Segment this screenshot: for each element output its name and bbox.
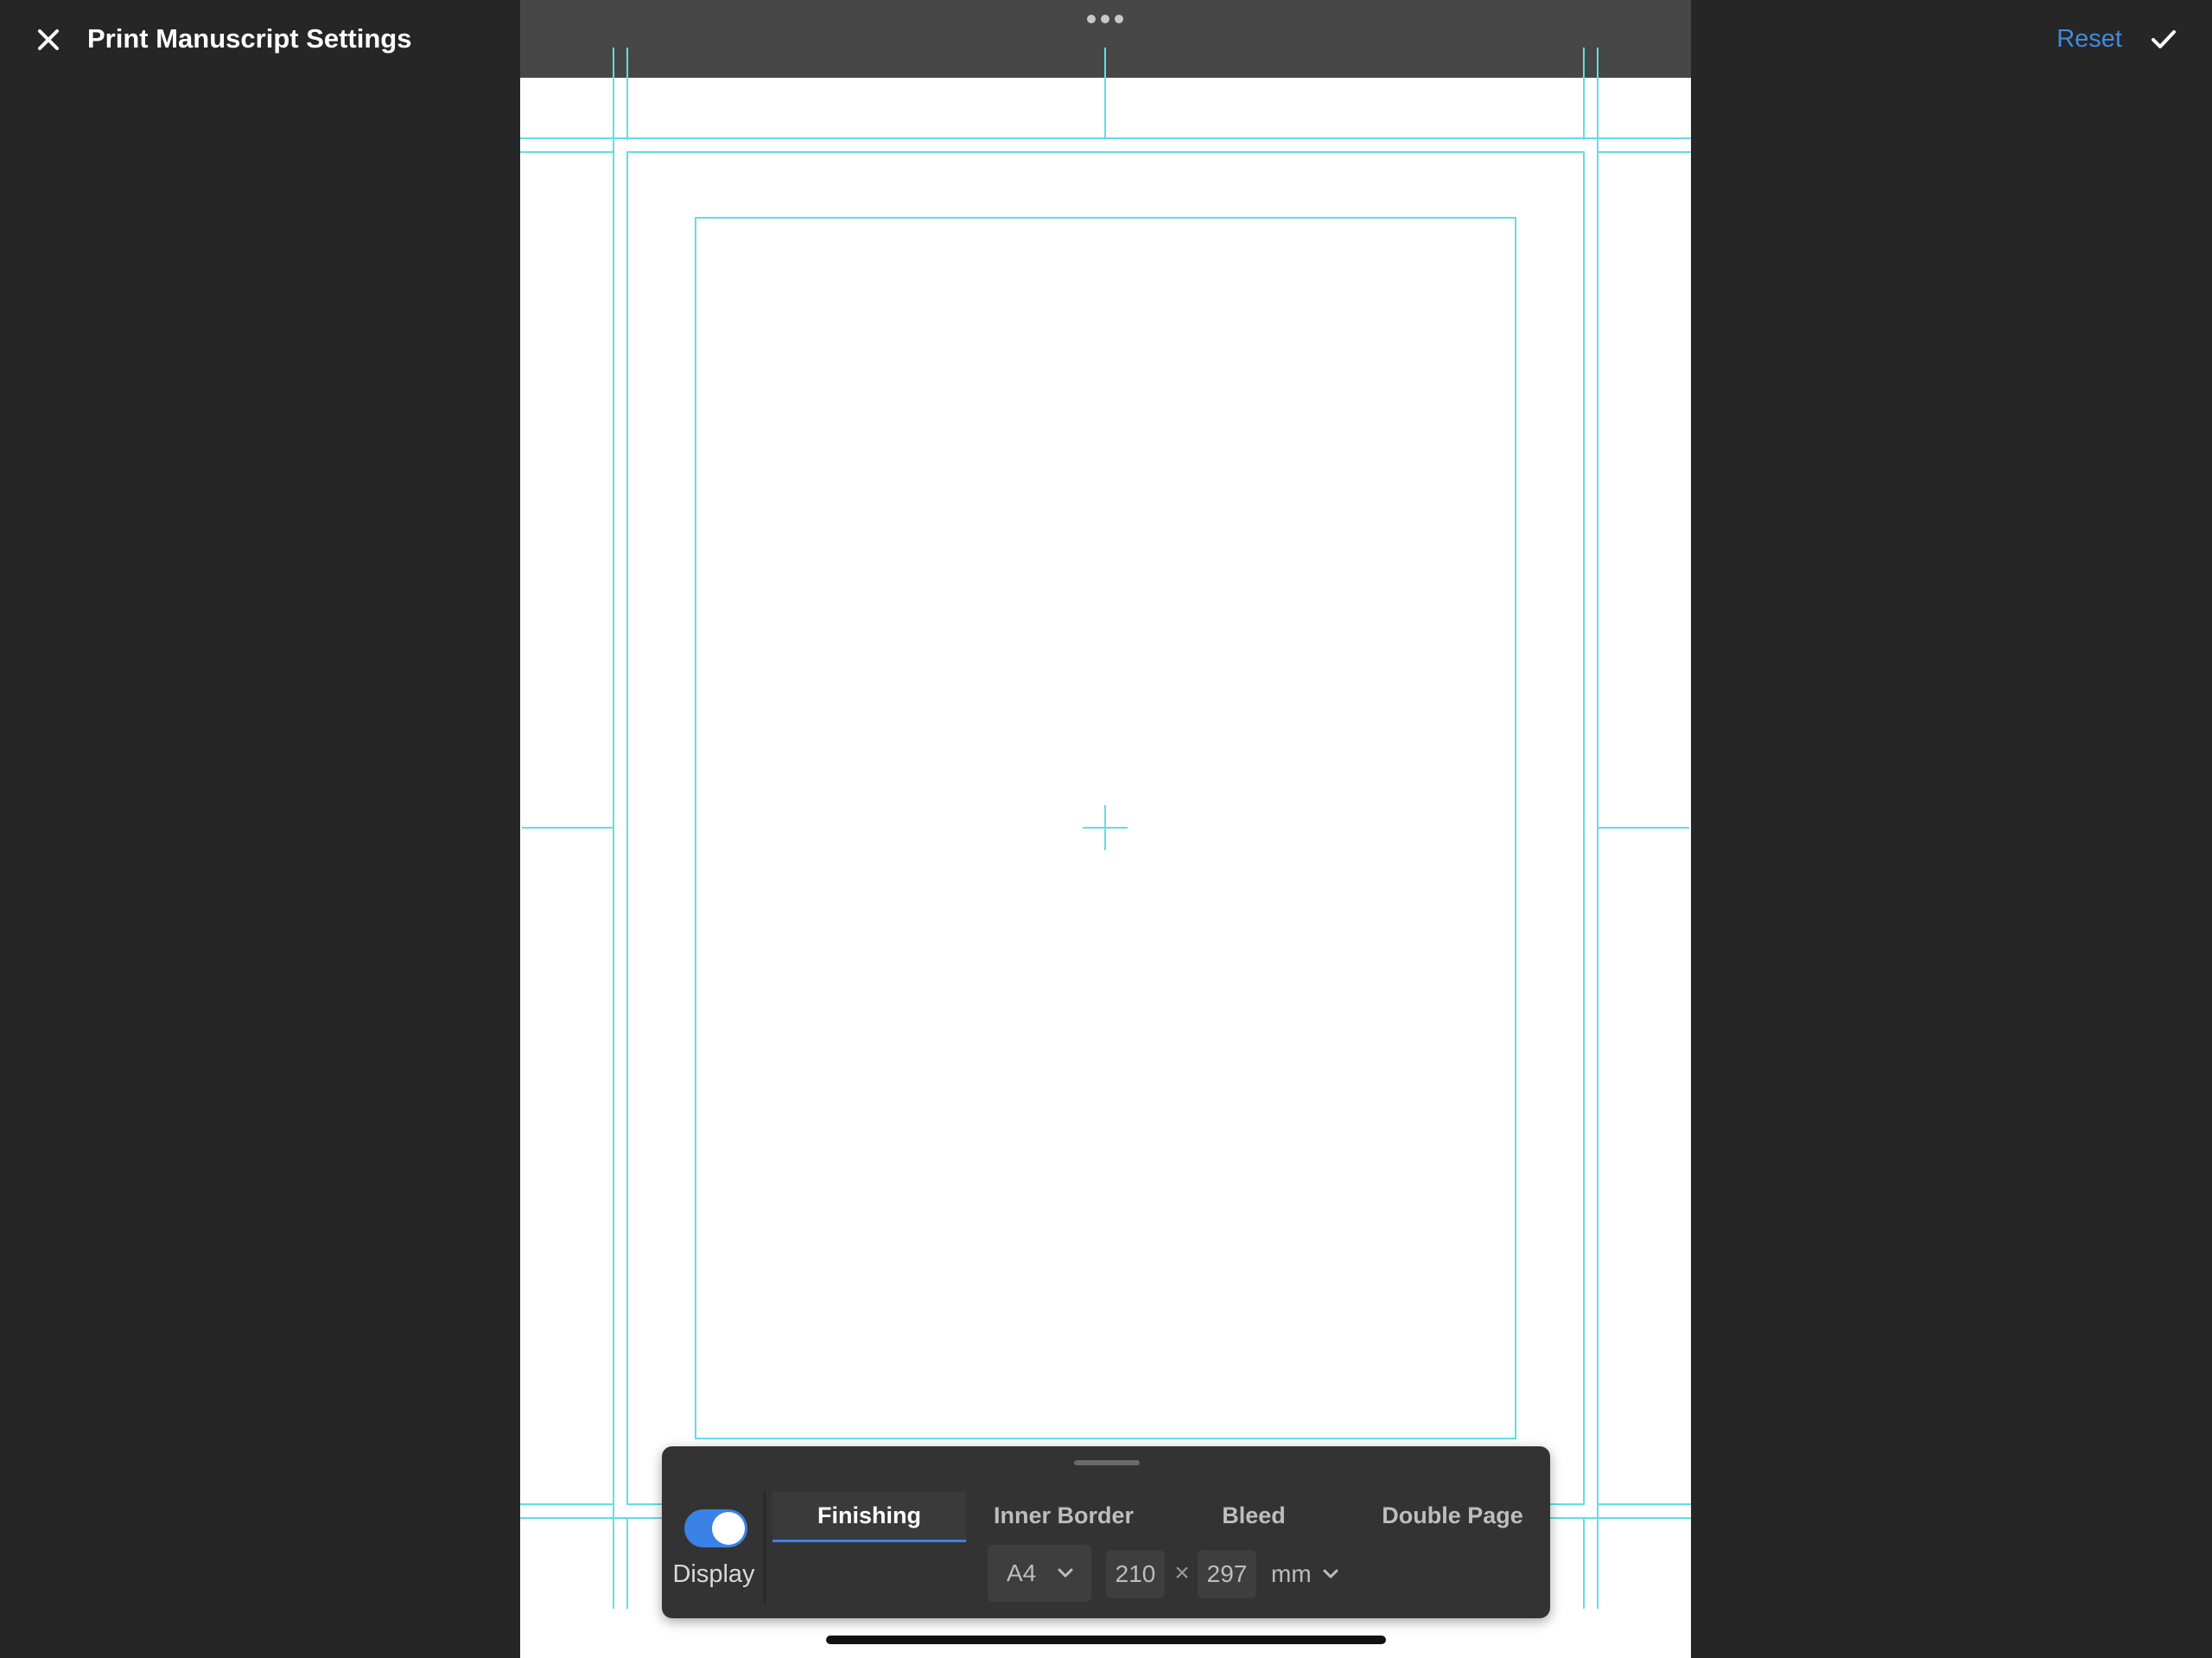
page-title: Print Manuscript Settings: [87, 23, 412, 54]
tab-bleed[interactable]: Bleed: [1167, 1491, 1340, 1540]
times-icon: ×: [1174, 1559, 1190, 1587]
top-bar: Print Manuscript Settings: [0, 0, 520, 78]
home-indicator[interactable]: [826, 1636, 1386, 1644]
confirm-button[interactable]: [2148, 24, 2179, 55]
display-label: Display: [672, 1560, 755, 1588]
panel-divider: [764, 1491, 766, 1604]
tab-inner-border[interactable]: Inner Border: [977, 1491, 1150, 1540]
height-field[interactable]: 297: [1198, 1550, 1256, 1598]
panel-drag-handle[interactable]: [1074, 1460, 1140, 1465]
unit-value: mm: [1271, 1560, 1312, 1587]
settings-panel: Display Finishing Inner Border Bleed Dou…: [662, 1446, 1550, 1618]
paper-size-select[interactable]: A4: [988, 1545, 1091, 1602]
close-icon: [38, 29, 59, 50]
toggle-knob: [712, 1512, 745, 1545]
canvas-area: [520, 0, 1691, 1658]
page-guides: [520, 48, 1691, 1609]
tab-double-page[interactable]: Double Page: [1362, 1491, 1543, 1540]
display-toggle[interactable]: [684, 1509, 747, 1547]
chevron-down-icon: [1323, 1569, 1338, 1579]
checkmark-icon: [2152, 30, 2176, 48]
close-button[interactable]: [33, 24, 64, 55]
width-field[interactable]: 210: [1106, 1550, 1165, 1598]
reset-button[interactable]: Reset: [2056, 21, 2122, 57]
tab-finishing[interactable]: Finishing: [772, 1491, 966, 1542]
unit-select[interactable]: mm: [1271, 1550, 1342, 1598]
paper-size-value: A4: [1007, 1560, 1037, 1586]
chevron-down-icon: [1058, 1568, 1073, 1578]
